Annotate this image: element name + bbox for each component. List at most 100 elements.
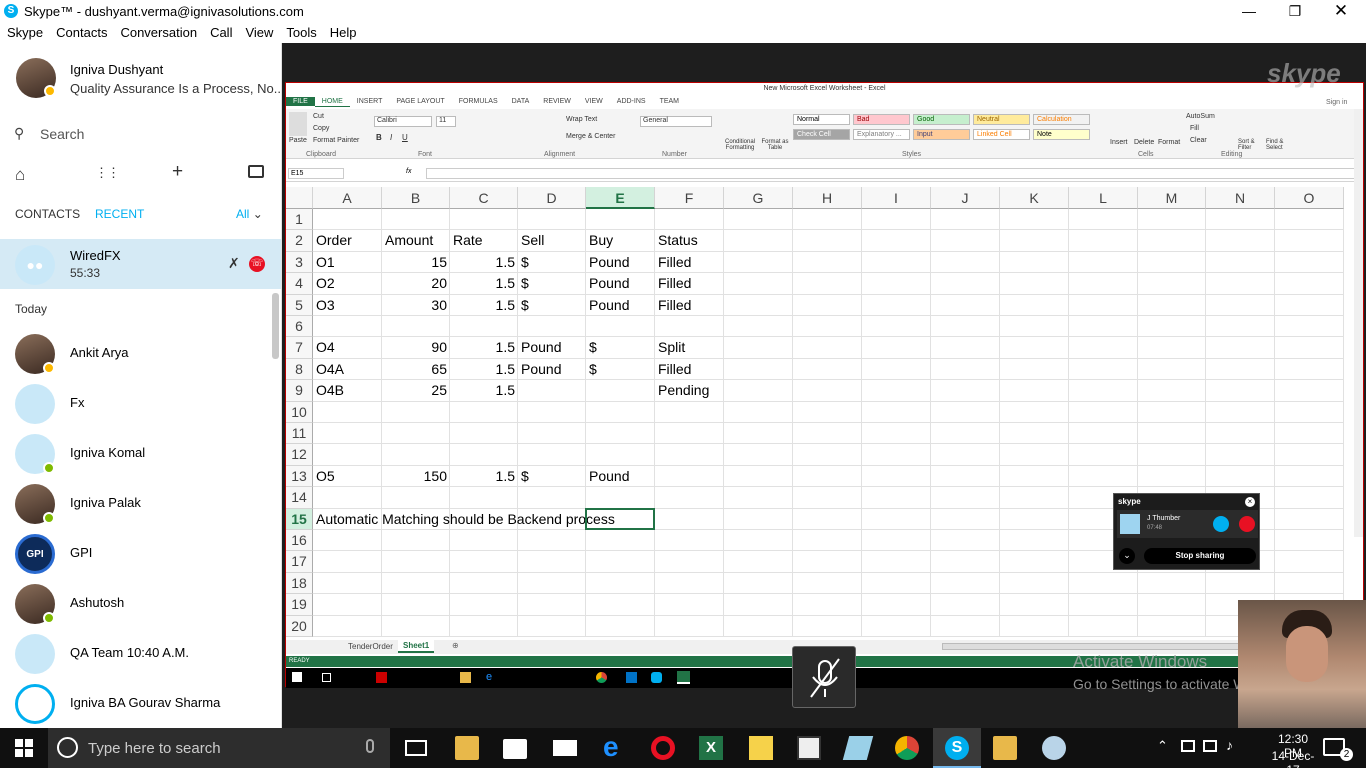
cell-e8[interactable]: $ (586, 359, 655, 380)
row-header-11[interactable]: 11 (286, 423, 313, 445)
fill-button[interactable]: Fill (1190, 125, 1199, 132)
row-header-8[interactable]: 8 (286, 358, 313, 381)
cell-a9[interactable]: O4B (313, 380, 382, 401)
ribbon-tab-page-layout[interactable]: PAGE LAYOUT (389, 97, 451, 106)
muted-mic-icon[interactable]: ✗ (228, 255, 240, 272)
cell-style-linked-cell[interactable]: Linked Cell (973, 129, 1030, 140)
sign-in-link[interactable]: Sign in (1326, 99, 1347, 106)
column-header-k[interactable]: K (1000, 187, 1069, 209)
column-header-b[interactable]: B (382, 187, 450, 209)
recent-item[interactable]: Igniva Palak (0, 479, 270, 529)
cell-b7[interactable]: 90 (382, 337, 450, 358)
opera-icon[interactable] (651, 736, 675, 760)
paint-icon[interactable] (1042, 736, 1066, 760)
row-header-18[interactable]: 18 (286, 572, 313, 595)
row-header-9[interactable]: 9 (286, 380, 313, 402)
format-as-table-button[interactable]: Format as Table (760, 139, 790, 151)
close-share-icon[interactable]: × (1245, 497, 1255, 507)
edge-browser-icon[interactable]: e (603, 733, 627, 761)
sheet-tab-sheet1[interactable]: Sheet1 (398, 640, 435, 653)
cell-a7[interactable]: O4 (313, 337, 382, 358)
active-call-item[interactable]: ●● WiredFX 55:33 ✗ ☏ (0, 239, 281, 289)
search-input[interactable]: Search (40, 126, 260, 142)
excel-app-icon[interactable]: X (699, 736, 723, 760)
cell-f8[interactable]: Filled (655, 359, 724, 380)
cell-b4[interactable]: 20 (382, 273, 450, 294)
delete-cells-button[interactable]: Delete (1134, 139, 1154, 146)
ribbon-tab-add-ins[interactable]: ADD-INS (610, 97, 653, 106)
paste-icon[interactable] (289, 112, 307, 136)
column-header-m[interactable]: M (1138, 187, 1206, 209)
column-header-o[interactable]: O (1275, 187, 1344, 209)
cell-style-neutral[interactable]: Neutral (973, 114, 1030, 125)
cell-e5[interactable]: Pound (586, 295, 655, 316)
microphone-icon[interactable] (366, 739, 374, 753)
copy-button[interactable]: Copy (313, 125, 329, 132)
ribbon-tab-data[interactable]: DATA (505, 97, 537, 106)
row-header-2[interactable]: 2 (286, 230, 313, 252)
menu-help[interactable]: Help (323, 23, 363, 40)
cell-d5[interactable]: $ (518, 295, 586, 316)
menu-conversation[interactable]: Conversation (113, 23, 203, 40)
column-header-e[interactable]: E (586, 187, 655, 209)
column-header-d[interactable]: D (518, 187, 586, 209)
maximize-button[interactable]: ❐ (1272, 0, 1318, 23)
cell-f3[interactable]: Filled (655, 252, 724, 273)
cell-d13[interactable]: $ (518, 466, 586, 487)
cell-e2[interactable]: Buy (586, 230, 655, 251)
menu-call[interactable]: Call (203, 23, 238, 40)
cell-style-bad[interactable]: Bad (853, 114, 910, 125)
row-header-14[interactable]: 14 (286, 487, 313, 509)
wrap-text-button[interactable]: Wrap Text (566, 116, 597, 123)
minimize-button[interactable]: — (1226, 0, 1272, 23)
menu-contacts[interactable]: Contacts (49, 23, 113, 40)
share-hang-up-icon[interactable] (1239, 516, 1255, 532)
muted-mic-overlay[interactable] (792, 646, 856, 708)
cell-b13[interactable]: 150 (382, 466, 450, 487)
italic-button[interactable]: I (390, 133, 392, 142)
cell-c2[interactable]: Rate (450, 230, 518, 251)
sort-filter-button[interactable]: Sort & Filter (1238, 139, 1262, 151)
sticky-notes-icon[interactable] (749, 736, 773, 760)
ribbon-tab-team[interactable]: TEAM (653, 97, 686, 106)
row-header-3[interactable]: 3 (286, 251, 313, 274)
cell-style-normal[interactable]: Normal (793, 114, 850, 125)
cell-style-calculation[interactable]: Calculation (1033, 114, 1090, 125)
cell-style-input[interactable]: Input (913, 129, 970, 140)
chrome-app-icon[interactable] (895, 736, 919, 760)
cell-c4[interactable]: 1.5 (450, 273, 518, 294)
cell-a3[interactable]: O1 (313, 252, 382, 273)
bold-button[interactable]: B (376, 133, 382, 142)
calculator-icon[interactable] (797, 736, 821, 760)
font-name-select[interactable]: Calibri (374, 116, 432, 127)
column-header-g[interactable]: G (724, 187, 793, 209)
column-header-h[interactable]: H (793, 187, 862, 209)
cell-d4[interactable]: $ (518, 273, 586, 294)
ribbon-tab-review[interactable]: REVIEW (536, 97, 578, 106)
sheet-tab-tenderorder[interactable]: TenderOrder (344, 641, 397, 652)
column-header-l[interactable]: L (1069, 187, 1138, 209)
cell-a2[interactable]: Order (313, 230, 382, 251)
cell-d8[interactable]: Pound (518, 359, 586, 380)
skype-taskbar-button[interactable]: S (933, 728, 981, 768)
cell-d3[interactable]: $ (518, 252, 586, 273)
show-hidden-icons-icon[interactable]: ⌃ (1157, 738, 1168, 754)
profile-name[interactable]: Igniva Dushyant (70, 62, 163, 77)
row-header-12[interactable]: 12 (286, 444, 313, 466)
menu-view[interactable]: View (238, 23, 279, 40)
new-conversation-icon[interactable] (248, 165, 264, 178)
formula-input[interactable] (426, 168, 1356, 179)
recent-item[interactable]: Igniva Komal (0, 429, 270, 479)
recent-item[interactable]: Fx (0, 379, 270, 429)
self-video-preview[interactable] (1238, 600, 1366, 728)
cell-f7[interactable]: Split (655, 337, 724, 358)
insert-cells-button[interactable]: Insert (1110, 139, 1128, 146)
dialpad-icon[interactable]: ⋮⋮ (95, 165, 120, 181)
horizontal-scrollbar[interactable] (942, 643, 1242, 650)
file-explorer-icon[interactable] (455, 736, 479, 760)
cell-d7[interactable]: Pound (518, 337, 586, 358)
cell-c7[interactable]: 1.5 (450, 337, 518, 358)
recent-item[interactable]: QA Team 10:40 A.M. (0, 629, 270, 679)
snipping-tool-icon[interactable] (842, 736, 874, 760)
vertical-scrollbar[interactable] (1354, 109, 1363, 537)
